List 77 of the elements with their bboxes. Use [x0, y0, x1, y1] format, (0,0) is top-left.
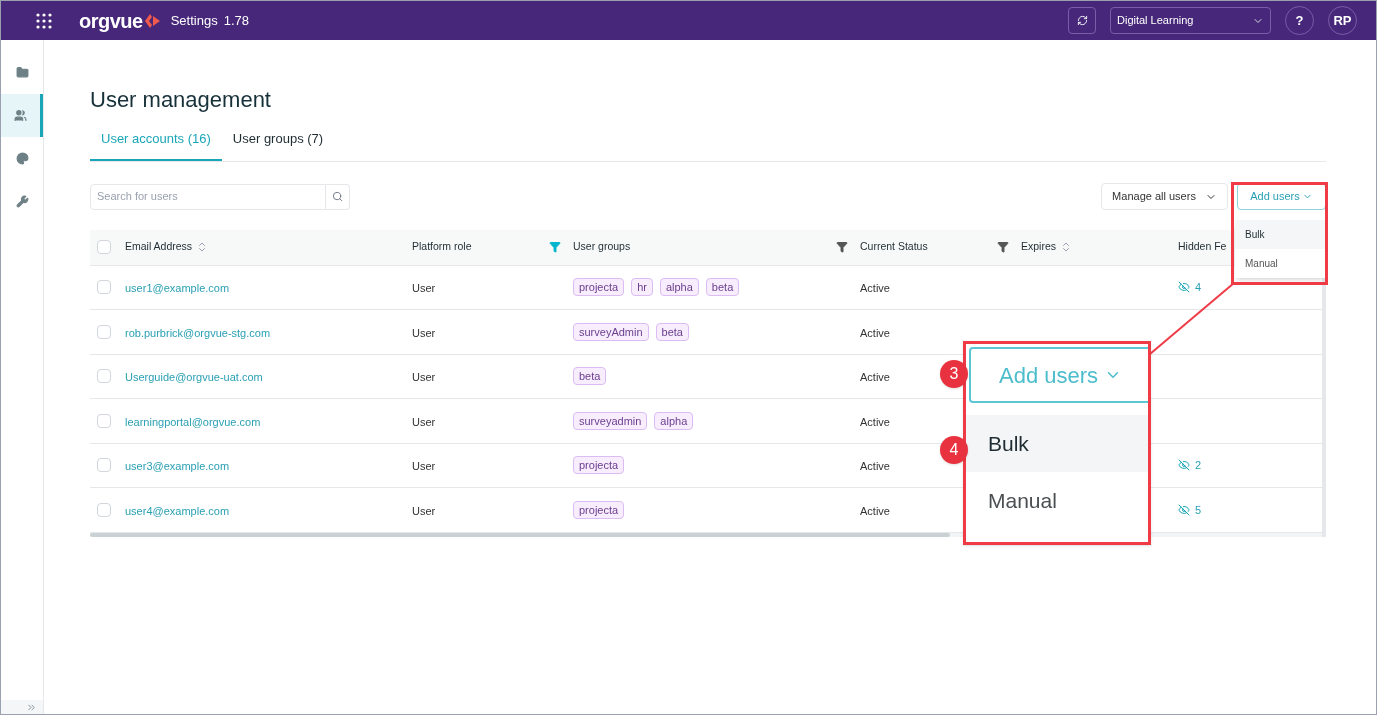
group-tag: projecta: [573, 456, 625, 475]
search-icon: [332, 191, 343, 202]
email-link[interactable]: user4@example.com: [125, 504, 230, 517]
tab[interactable]: User groups (7): [221, 129, 335, 161]
palette-icon: [15, 152, 29, 165]
expand-sidebar-button[interactable]: [1, 700, 43, 714]
email-link[interactable]: user1@example.com: [125, 282, 230, 295]
table-cell: Active: [860, 282, 890, 295]
sidebar-item[interactable]: [1, 94, 43, 137]
group-tag: projecta: [573, 500, 625, 519]
filter-icon[interactable]: [836, 241, 848, 253]
table-cell: Active: [860, 371, 890, 384]
column-header: Hidden Fe: [1178, 239, 1227, 255]
search-field[interactable]: Search for users: [90, 183, 326, 210]
tab[interactable]: User accounts (16): [90, 129, 222, 161]
row-checkbox[interactable]: [97, 502, 111, 517]
refresh-button[interactable]: [1068, 7, 1096, 34]
menu-item[interactable]: Bulk: [1235, 220, 1325, 249]
step-marker: 3: [940, 360, 968, 388]
email-link[interactable]: user3@example.com: [125, 460, 230, 473]
hidden-eye-icon: [1178, 281, 1190, 294]
hidden-eye-icon: [1178, 503, 1190, 516]
logo-text: orgvue: [79, 10, 143, 31]
group-tag: beta: [705, 278, 740, 297]
row-checkbox[interactable]: [97, 413, 111, 428]
column-header: Email Address: [125, 239, 193, 255]
group-tag: alpha: [654, 411, 694, 430]
table-cell: User: [412, 504, 436, 517]
row-checkbox[interactable]: [97, 324, 111, 339]
email-link[interactable]: learningportal@orgvue.com: [125, 415, 261, 428]
group-tag: surveyadmin: [573, 411, 648, 430]
hidden-count: 4: [1195, 280, 1202, 295]
users-icon: [14, 109, 27, 122]
horizontal-scrollbar[interactable]: [90, 532, 950, 537]
table-cell: User: [412, 326, 436, 339]
table-cell: Active: [860, 504, 890, 517]
step-marker: 4: [940, 436, 968, 464]
table-cell: Active: [860, 326, 890, 339]
hidden-eye-icon: [1178, 459, 1190, 472]
section-title: Settings: [170, 11, 218, 30]
table-cell: User: [412, 371, 436, 384]
column-header: User groups: [573, 239, 631, 255]
table-cell: Active: [860, 460, 890, 473]
column-header: Platform role: [412, 239, 472, 255]
sort-icon[interactable]: [1060, 241, 1072, 253]
refresh-icon: [1076, 15, 1088, 26]
table-cell: User: [412, 415, 436, 428]
group-tag: beta: [573, 367, 607, 386]
search-button[interactable]: [326, 183, 350, 210]
hidden-count: 2: [1195, 458, 1202, 473]
group-tag: surveyAdmin: [573, 322, 649, 341]
group-tag: alpha: [659, 278, 699, 297]
folder-icon: [15, 66, 29, 79]
manage-users-button[interactable]: Manage all users: [1101, 183, 1228, 210]
table-cell: User: [412, 460, 436, 473]
row-checkbox[interactable]: [97, 369, 111, 384]
column-header: Current Status: [860, 239, 928, 255]
page-title: User management: [90, 86, 272, 114]
group-tag: projecta: [573, 278, 625, 297]
hidden-count: 5: [1195, 502, 1202, 518]
row-checkbox[interactable]: [97, 458, 111, 473]
email-link[interactable]: Userguide@orgvue-uat.com: [125, 371, 263, 384]
logo-mark-icon: [143, 12, 161, 29]
wrench-icon: [15, 195, 29, 208]
email-link[interactable]: rob.purbrick@orgvue-stg.com: [125, 326, 271, 339]
app-grid-icon[interactable]: [36, 12, 52, 29]
filter-icon[interactable]: [997, 241, 1009, 253]
workspace-select[interactable]: Digital Learning: [1110, 7, 1271, 34]
menu-item[interactable]: Manual: [1235, 249, 1325, 278]
column-header: Expires: [1021, 239, 1056, 255]
group-tag: hr: [631, 278, 653, 297]
group-tag: beta: [655, 322, 689, 341]
row-checkbox[interactable]: [97, 280, 111, 295]
table-cell: User: [412, 282, 436, 295]
table-cell: Active: [860, 415, 890, 428]
select-all-checkbox[interactable]: [97, 240, 111, 254]
version-text: 1.78: [223, 11, 249, 30]
